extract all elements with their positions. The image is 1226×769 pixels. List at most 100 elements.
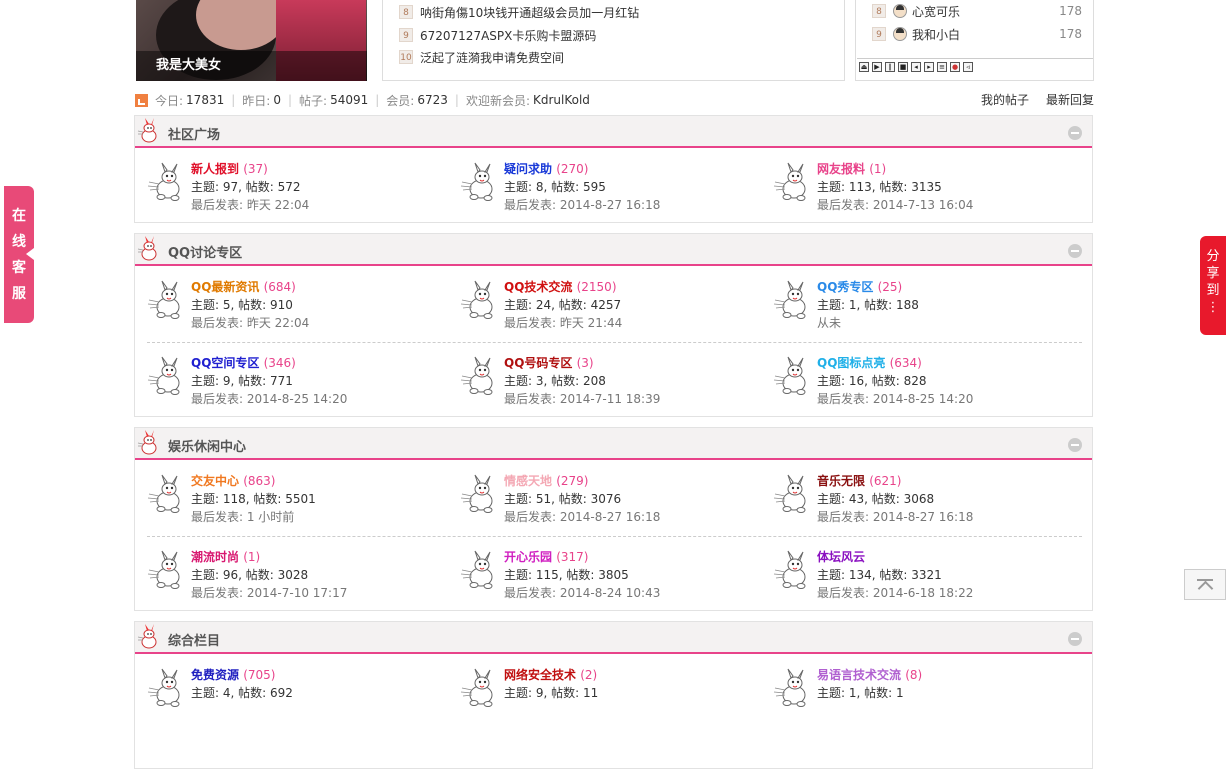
- forum-item[interactable]: 开心乐园 (317) 主题: 115, 帖数: 3805 最后发表: 2014-8-…: [460, 548, 760, 604]
- last-post[interactable]: 最后发表: 2014-8-27 16:18: [817, 508, 973, 525]
- forum-name[interactable]: 交友中心 (863): [191, 472, 275, 489]
- latest-reply-link[interactable]: 最新回复: [1046, 91, 1094, 108]
- avatar-icon: [893, 4, 907, 18]
- previous-icon[interactable]: ◂: [911, 61, 921, 72]
- forum-name[interactable]: QQ最新资讯 (684): [191, 278, 296, 295]
- forum-name[interactable]: 开心乐园 (317): [504, 548, 588, 565]
- last-post[interactable]: 最后发表: 2014-8-27 16:18: [504, 508, 660, 525]
- list-icon[interactable]: ≡: [937, 61, 947, 72]
- collapse-icon[interactable]: [1068, 244, 1082, 258]
- forum-name[interactable]: QQ图标点亮 (634): [817, 354, 922, 371]
- forum-name[interactable]: 体坛风云: [817, 548, 865, 565]
- today-label: 今日:: [155, 93, 184, 108]
- pause-icon[interactable]: ∥: [885, 61, 895, 72]
- category-title[interactable]: 娱乐休闲中心: [168, 436, 246, 455]
- thread-title[interactable]: 呐街角傷10块钱开通超级会员加一月红钻: [420, 4, 639, 21]
- next-icon[interactable]: ▸: [924, 61, 934, 72]
- forum-stats: 主题: 16, 帖数: 828: [817, 374, 927, 388]
- today-post-count: (634): [889, 356, 922, 370]
- hot-thread-item[interactable]: 9 67207127ASPX卡乐购卡盟源码: [399, 26, 596, 44]
- stop-icon[interactable]: ■: [898, 61, 908, 72]
- last-post[interactable]: 最后发表: 2014-8-27 16:18: [504, 196, 660, 213]
- forum-item[interactable]: 疑问求助 (270) 主题: 8, 帖数: 595 最后发表: 2014-8-27 …: [460, 160, 760, 216]
- hot-thread-item[interactable]: 8 呐街角傷10块钱开通超级会员加一月红钻: [399, 3, 639, 21]
- forum-name[interactable]: 免费资源 (705): [191, 666, 275, 683]
- last-post[interactable]: 最后发表: 2014-7-13 16:04: [817, 196, 973, 213]
- last-post[interactable]: 最后发表: 昨天 21:44: [504, 314, 622, 331]
- forum-item[interactable]: 体坛风云 主题: 134, 帖数: 3321 最后发表: 2014-6-18 18…: [773, 548, 1073, 604]
- forum-name[interactable]: 情感天地 (279): [504, 472, 588, 489]
- record-icon[interactable]: ●: [950, 61, 960, 72]
- forum-name[interactable]: 网络安全技术 (2): [504, 666, 597, 683]
- forum-item[interactable]: 免费资源 (705) 主题: 4, 帖数: 692: [147, 666, 447, 722]
- forum-stats: 主题: 134, 帖数: 3321: [817, 568, 942, 582]
- collapse-icon[interactable]: [1068, 126, 1082, 140]
- category-title[interactable]: QQ讨论专区: [168, 242, 242, 261]
- forum-name[interactable]: 潮流时尚 (1): [191, 548, 260, 565]
- forum-name[interactable]: 音乐无限 (621): [817, 472, 901, 489]
- last-post[interactable]: 最后发表: 2014-8-25 14:20: [191, 390, 347, 407]
- volume-icon[interactable]: ◃: [963, 61, 973, 72]
- hot-thread-item[interactable]: 10 泛起了涟漪我申请免费空间: [399, 48, 564, 66]
- last-post[interactable]: 最后发表: 1 小时前: [191, 508, 294, 525]
- forum-item[interactable]: QQ空间专区 (346) 主题: 9, 帖数: 771 最后发表: 2014-8-2…: [147, 354, 447, 410]
- forum-item[interactable]: 交友中心 (863) 主题: 118, 帖数: 5501 最后发表: 1 小时前: [147, 472, 447, 528]
- collapse-icon[interactable]: [1068, 438, 1082, 452]
- members-label: 会员:: [386, 93, 415, 108]
- share-tab[interactable]: 分 享 到 ⋮: [1200, 236, 1226, 335]
- row-divider: [147, 536, 1082, 537]
- last-post[interactable]: 最后发表: 2014-8-25 14:20: [817, 390, 973, 407]
- forum-item[interactable]: 潮流时尚 (1) 主题: 96, 帖数: 3028 最后发表: 2014-7-10 …: [147, 548, 447, 604]
- last-post[interactable]: 从未: [817, 314, 841, 331]
- eject-icon[interactable]: ⏏: [859, 61, 869, 72]
- category-title[interactable]: 综合栏目: [168, 630, 220, 649]
- thread-title[interactable]: 泛起了涟漪我申请免费空间: [420, 49, 564, 66]
- forum-name[interactable]: 疑问求助 (270): [504, 160, 588, 177]
- forum-item[interactable]: 情感天地 (279) 主题: 51, 帖数: 3076 最后发表: 2014-8-2…: [460, 472, 760, 528]
- bunny-icon: [460, 356, 498, 396]
- forum-item[interactable]: QQ图标点亮 (634) 主题: 16, 帖数: 828 最后发表: 2014-8-…: [773, 354, 1073, 410]
- forum-name[interactable]: 新人报到 (37): [191, 160, 268, 177]
- category-title[interactable]: 社区广场: [168, 124, 220, 143]
- last-post[interactable]: 最后发表: 昨天 22:04: [191, 314, 309, 331]
- last-post[interactable]: 最后发表: 2014-8-24 10:43: [504, 584, 660, 601]
- forum-item[interactable]: QQ最新资讯 (684) 主题: 5, 帖数: 910 最后发表: 昨天 22:04: [147, 278, 447, 334]
- forum-item[interactable]: 新人报到 (37) 主题: 97, 帖数: 572 最后发表: 昨天 22:04: [147, 160, 447, 216]
- member-name[interactable]: 心宽可乐: [912, 3, 1059, 20]
- featured-photo[interactable]: 我是大美女: [136, 0, 367, 81]
- thread-title[interactable]: 67207127ASPX卡乐购卡盟源码: [420, 27, 596, 44]
- forum-item[interactable]: QQ号码专区 (3) 主题: 3, 帖数: 208 最后发表: 2014-7-11 …: [460, 354, 760, 410]
- online-support-tab[interactable]: 在 线 客 服: [4, 186, 34, 323]
- forum-item[interactable]: 音乐无限 (621) 主题: 43, 帖数: 3068 最后发表: 2014-8-2…: [773, 472, 1073, 528]
- rank-item[interactable]: 8 心宽可乐 178: [872, 2, 1082, 20]
- forum-item[interactable]: 网络安全技术 (2) 主题: 9, 帖数: 11: [460, 666, 760, 722]
- back-to-top-icon[interactable]: [1184, 569, 1226, 600]
- last-post[interactable]: 最后发表: 2014-6-18 18:22: [817, 584, 973, 601]
- member-name[interactable]: 我和小白: [912, 26, 1059, 43]
- forum-name[interactable]: 易语言技术交流 (8): [817, 666, 922, 683]
- play-icon[interactable]: ▶: [872, 61, 882, 72]
- forum-name[interactable]: QQ空间专区 (346): [191, 354, 296, 371]
- forum-item[interactable]: QQ技术交流 (2150) 主题: 24, 帖数: 4257 最后发表: 昨天 21…: [460, 278, 760, 334]
- avatar-icon: [893, 27, 907, 41]
- forum-item[interactable]: QQ秀专区 (25) 主题: 1, 帖数: 188 从未: [773, 278, 1073, 334]
- last-post[interactable]: 最后发表: 2014-7-10 17:17: [191, 584, 347, 601]
- today-post-count: (2150): [576, 280, 617, 294]
- forum-name[interactable]: 网友报料 (1): [817, 160, 886, 177]
- collapse-icon[interactable]: [1068, 632, 1082, 646]
- forum-item[interactable]: 易语言技术交流 (8) 主题: 1, 帖数: 1: [773, 666, 1073, 722]
- last-post[interactable]: 最后发表: 昨天 22:04: [191, 196, 309, 213]
- photo-caption[interactable]: 我是大美女: [156, 54, 221, 73]
- forum-name[interactable]: QQ号码专区 (3): [504, 354, 594, 371]
- rank-item[interactable]: 9 我和小白 178: [872, 25, 1082, 43]
- bunny-icon: [773, 280, 811, 320]
- my-posts-link[interactable]: 我的帖子: [981, 91, 1029, 108]
- forum-item[interactable]: 网友报料 (1) 主题: 113, 帖数: 3135 最后发表: 2014-7-13…: [773, 160, 1073, 216]
- newest-member-link[interactable]: KdrulKold: [533, 93, 590, 107]
- bunny-icon: [137, 429, 159, 457]
- category-header: 娱乐休闲中心: [135, 428, 1092, 460]
- forum-name[interactable]: QQ秀专区 (25): [817, 278, 902, 295]
- last-post[interactable]: 最后发表: 2014-7-11 18:39: [504, 390, 660, 407]
- forum-name[interactable]: QQ技术交流 (2150): [504, 278, 617, 295]
- arrow-left-icon: [26, 248, 34, 260]
